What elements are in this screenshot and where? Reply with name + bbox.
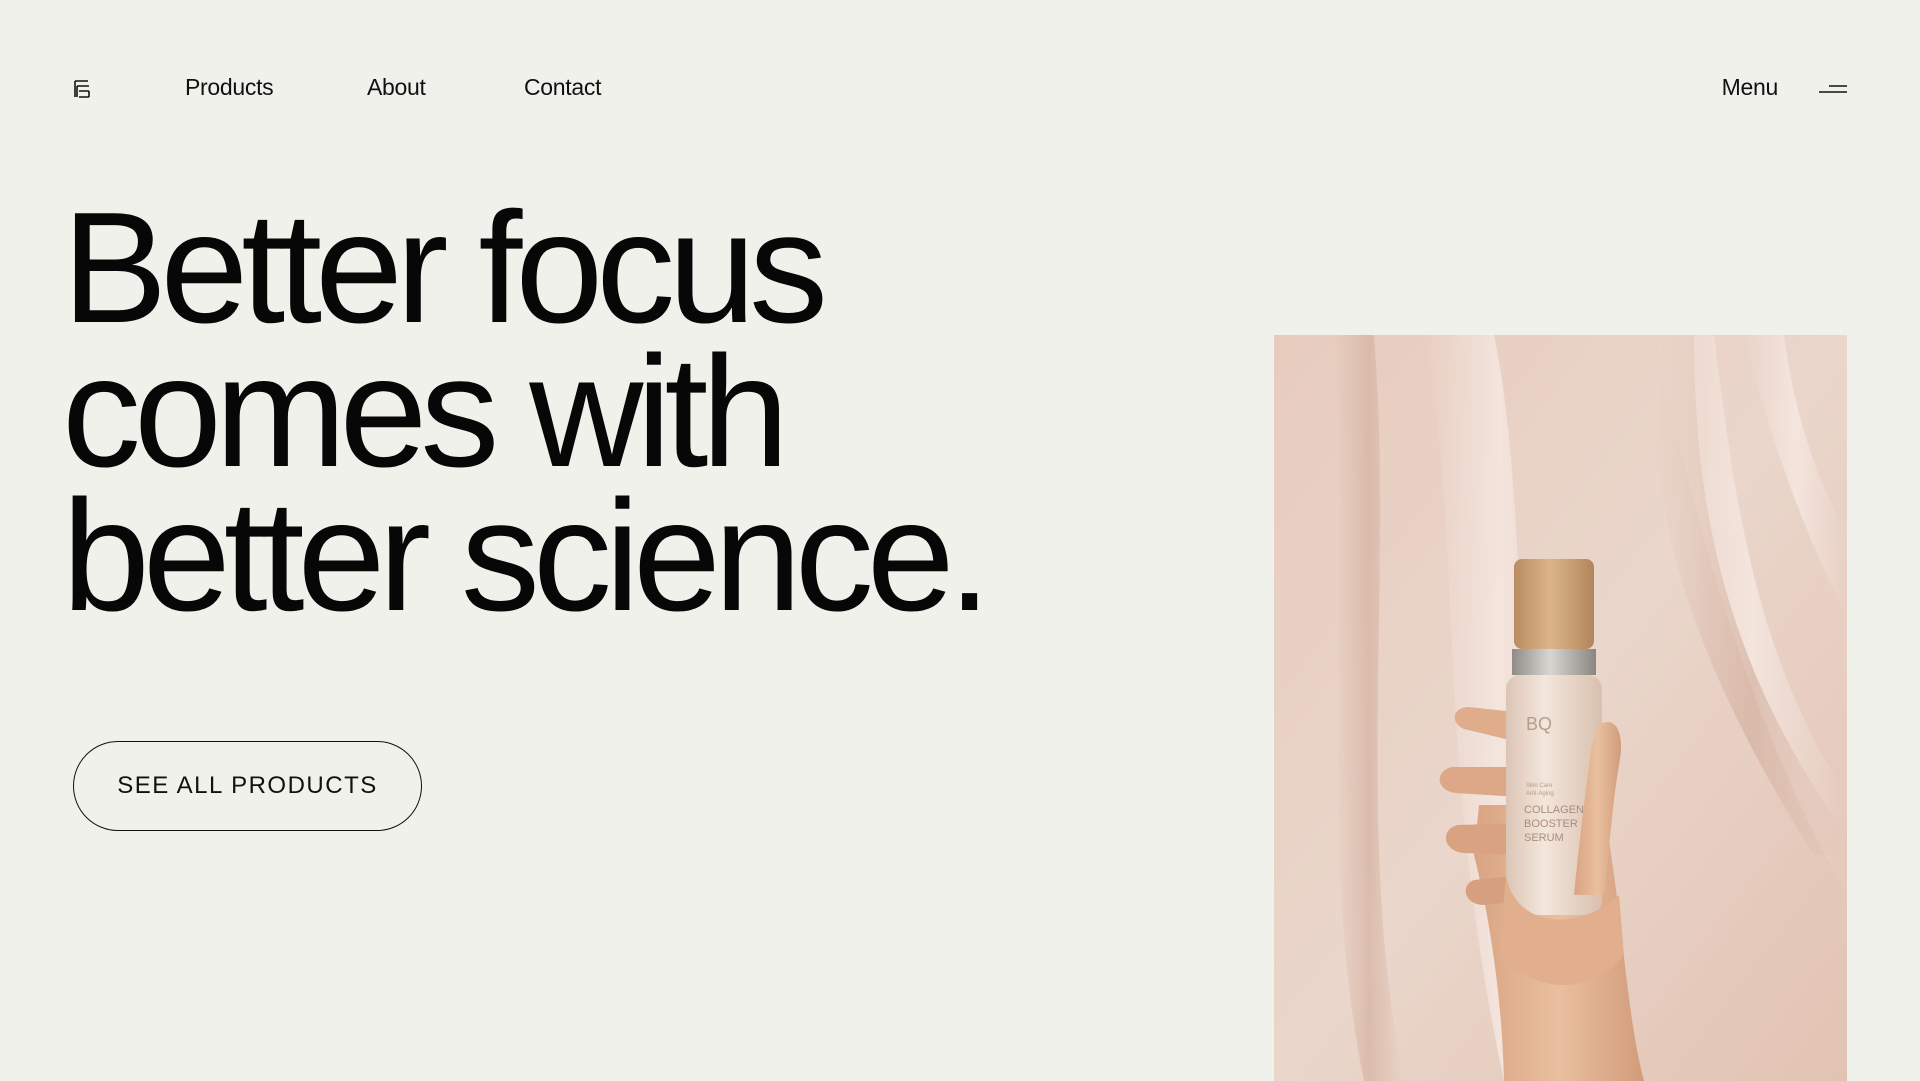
landing-page: Products About Contact Menu Better focus… — [0, 0, 1920, 1081]
hero-headline-line-2: comes with — [62, 324, 789, 500]
bottle-small-text-2: Anti-Aging — [1526, 791, 1554, 797]
bottle-product-line-3: SERUM — [1524, 832, 1564, 844]
product-photo: BQ Skin Care Anti-Aging COLLAGEN BOOSTER… — [1274, 335, 1847, 1081]
bottle-product-line-1: COLLAGEN — [1524, 804, 1584, 816]
serum-bottle-hand-image: BQ Skin Care Anti-Aging COLLAGEN BOOSTER… — [1274, 335, 1847, 1081]
brand-logo-icon[interactable] — [74, 79, 90, 99]
hamburger-icon[interactable] — [1819, 84, 1847, 94]
bottle-brand-text: BQ — [1526, 714, 1552, 734]
hero-headline: Better focus comes with better science. — [62, 180, 992, 644]
see-all-products-button[interactable]: SEE ALL PRODUCTS — [73, 741, 422, 831]
nav-link-contact[interactable]: Contact — [524, 74, 601, 101]
nav-link-about[interactable]: About — [367, 74, 426, 101]
hero-headline-line-3: better science. — [62, 468, 992, 644]
bottle-small-text-1: Skin Care — [1526, 783, 1553, 789]
nav-link-products[interactable]: Products — [185, 74, 274, 101]
hero-headline-line-1: Better focus — [62, 180, 828, 356]
bottle-product-line-2: BOOSTER — [1524, 818, 1578, 830]
menu-label[interactable]: Menu — [1722, 74, 1779, 101]
